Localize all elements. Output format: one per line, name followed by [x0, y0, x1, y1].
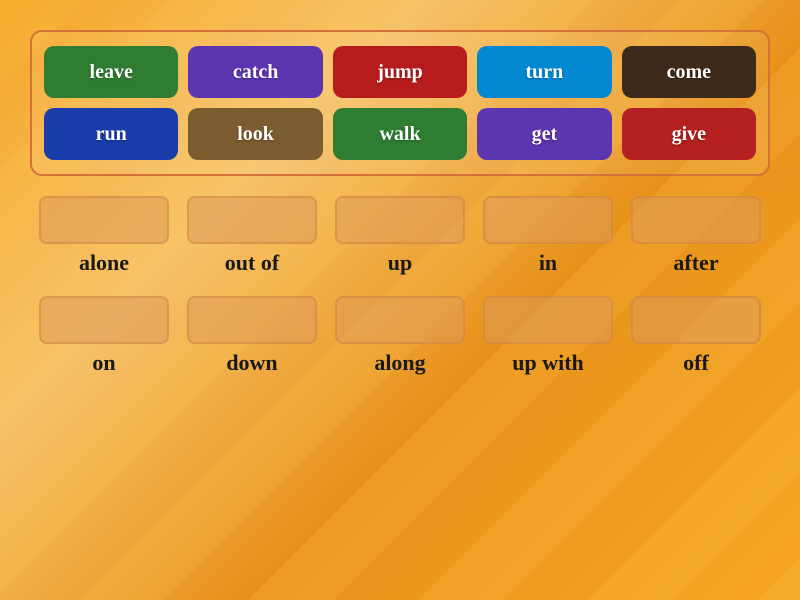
- drop-label-up: up: [388, 250, 412, 276]
- word-card-get[interactable]: get: [477, 108, 611, 160]
- drop-item-in: in: [483, 196, 613, 276]
- drop-box-down[interactable]: [187, 296, 317, 344]
- drop-item-down: down: [187, 296, 317, 376]
- drop-label-in: in: [539, 250, 557, 276]
- drop-row-2: on down along up with off: [30, 296, 770, 376]
- drop-item-up-with: up with: [483, 296, 613, 376]
- drop-item-off: off: [631, 296, 761, 376]
- drop-box-off[interactable]: [631, 296, 761, 344]
- word-card-look[interactable]: look: [188, 108, 322, 160]
- word-row-1: leavecatchjumpturncome: [44, 46, 756, 98]
- drop-box-up[interactable]: [335, 196, 465, 244]
- drop-item-along: along: [335, 296, 465, 376]
- drop-item-alone: alone: [39, 196, 169, 276]
- drop-section-1: alone out of up in after: [30, 196, 770, 276]
- word-card-turn[interactable]: turn: [477, 46, 611, 98]
- word-card-leave[interactable]: leave: [44, 46, 178, 98]
- drop-box-out-of[interactable]: [187, 196, 317, 244]
- drop-box-alone[interactable]: [39, 196, 169, 244]
- word-card-jump[interactable]: jump: [333, 46, 467, 98]
- word-panel: leavecatchjumpturncome runlookwalkgetgiv…: [30, 30, 770, 176]
- drop-box-in[interactable]: [483, 196, 613, 244]
- drop-label-on: on: [92, 350, 115, 376]
- drop-item-on: on: [39, 296, 169, 376]
- word-card-walk[interactable]: walk: [333, 108, 467, 160]
- drop-item-after: after: [631, 196, 761, 276]
- page-wrapper: leavecatchjumpturncome runlookwalkgetgiv…: [0, 0, 800, 396]
- drop-item-out-of: out of: [187, 196, 317, 276]
- word-card-run[interactable]: run: [44, 108, 178, 160]
- drop-label-down: down: [226, 350, 277, 376]
- word-card-come[interactable]: come: [622, 46, 756, 98]
- drop-box-after[interactable]: [631, 196, 761, 244]
- drop-section-2: on down along up with off: [30, 296, 770, 376]
- drop-label-off: off: [683, 350, 709, 376]
- drop-label-after: after: [673, 250, 718, 276]
- drop-box-along[interactable]: [335, 296, 465, 344]
- drop-row-1: alone out of up in after: [30, 196, 770, 276]
- word-card-give[interactable]: give: [622, 108, 756, 160]
- word-row-2: runlookwalkgetgive: [44, 108, 756, 160]
- drop-label-along: along: [374, 350, 425, 376]
- drop-item-up: up: [335, 196, 465, 276]
- drop-box-on[interactable]: [39, 296, 169, 344]
- word-card-catch[interactable]: catch: [188, 46, 322, 98]
- drop-label-alone: alone: [79, 250, 129, 276]
- drop-label-out-of: out of: [225, 250, 279, 276]
- drop-box-up-with[interactable]: [483, 296, 613, 344]
- drop-label-up-with: up with: [512, 350, 584, 376]
